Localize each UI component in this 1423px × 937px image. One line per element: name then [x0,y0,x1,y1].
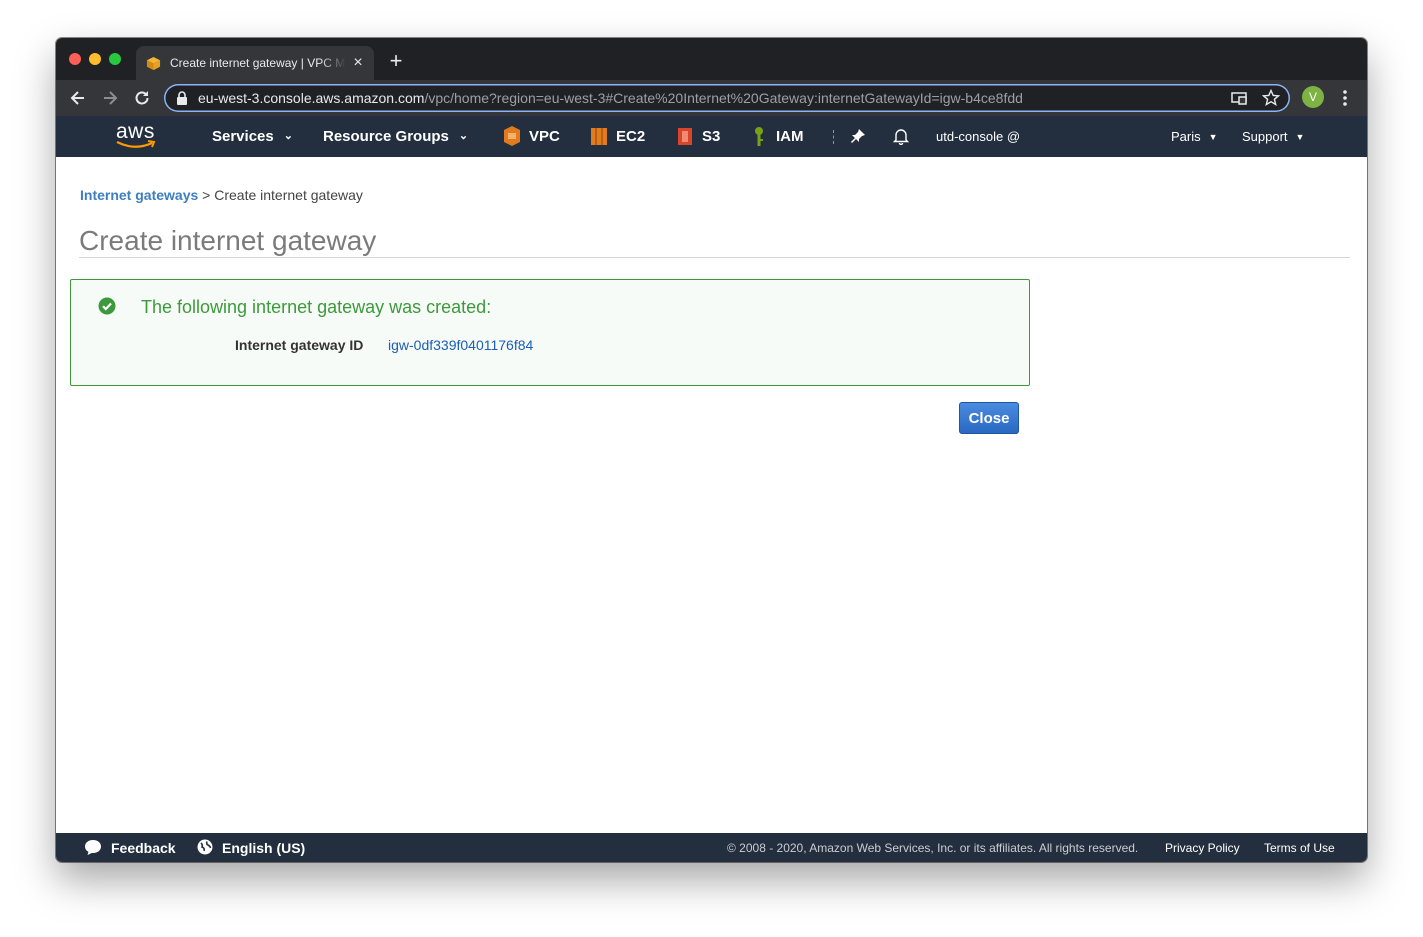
main-content: Internet gateways > Create internet gate… [56,157,1367,833]
cast-icon[interactable] [1230,89,1248,107]
terms-of-use-link[interactable]: Terms of Use [1264,841,1335,855]
services-menu[interactable]: Services ⌄ [212,128,293,145]
chevron-down-icon: ▼ [1295,132,1305,142]
bell-icon[interactable] [892,127,910,145]
profile-avatar[interactable]: V [1302,86,1324,108]
shortcut-label: VPC [529,128,560,145]
shortcut-s3[interactable]: S3 [676,124,726,150]
url-text: eu-west-3.console.aws.amazon.com/vpc/hom… [198,90,1023,106]
language-selector[interactable]: English (US) [222,840,305,856]
shortcut-label: IAM [776,128,804,145]
close-tab-icon[interactable]: × [350,55,366,71]
feedback-speech-bubble-icon [85,840,101,855]
window-minimize-button[interactable] [89,53,101,65]
success-check-icon [98,297,116,315]
account-menu[interactable]: utd-console @ [936,129,1020,144]
region-menu[interactable]: Paris ▼ [1171,129,1218,144]
internet-gateway-id-link[interactable]: igw-0df339f0401176f84 [388,337,533,353]
pin-icon[interactable] [850,128,866,144]
chevron-down-icon: ⌄ [458,130,469,142]
browser-menu-icon[interactable] [1336,88,1354,108]
breadcrumb-internet-gateways-link[interactable]: Internet gateways [80,187,198,203]
back-arrow-icon[interactable] [68,88,88,108]
bookmark-star-icon[interactable] [1262,89,1280,107]
aws-navbar: aws Services ⌄ Resource Groups ⌄ VPC EC2… [56,116,1367,157]
breadcrumb-current: Create internet gateway [214,187,363,203]
aws-logo[interactable]: aws [114,120,162,152]
support-label: Support [1242,129,1288,144]
forward-arrow-icon[interactable] [100,88,120,108]
ec2-icon [591,128,607,145]
s3-icon [678,128,692,145]
aws-smile-icon [116,140,156,148]
resource-groups-label: Resource Groups [323,128,449,145]
browser-window: Create internet gateway | VPC Management… [56,38,1367,862]
address-bar[interactable]: eu-west-3.console.aws.amazon.com/vpc/hom… [164,84,1290,112]
lock-icon [177,91,187,105]
window-zoom-button[interactable] [109,53,121,65]
shortcut-iam[interactable]: IAM [750,124,810,150]
feedback-link[interactable]: Feedback [111,840,176,856]
privacy-policy-link[interactable]: Privacy Policy [1165,841,1240,855]
support-menu[interactable]: Support ▼ [1242,129,1304,144]
breadcrumb-separator: > [198,187,215,203]
resource-groups-menu[interactable]: Resource Groups ⌄ [323,128,468,145]
aws-box-icon [146,56,161,71]
browser-toolbar: eu-west-3.console.aws.amazon.com/vpc/hom… [56,80,1367,116]
page-title: Create internet gateway [79,225,377,256]
close-button[interactable]: Close [959,402,1019,434]
vpc-icon [504,126,520,146]
globe-icon [197,839,213,855]
reload-icon[interactable] [132,88,152,108]
tab-strip: Create internet gateway | VPC Management… [56,38,1367,80]
shortcut-ec2[interactable]: EC2 [590,124,652,150]
nav-divider [833,130,835,144]
new-tab-button[interactable]: + [386,50,406,72]
services-label: Services [212,128,274,145]
breadcrumb: Internet gateways > Create internet gate… [80,187,363,203]
chevron-down-icon: ⌄ [283,130,293,142]
shortcut-label: S3 [702,128,721,145]
window-close-button[interactable] [69,53,81,65]
copyright-text: © 2008 - 2020, Amazon Web Services, Inc.… [727,841,1139,855]
region-label: Paris [1171,129,1201,144]
url-host: eu-west-3.console.aws.amazon.com [198,90,425,106]
success-message: The following internet gateway was creat… [141,297,492,317]
shortcut-vpc[interactable]: VPC [503,124,565,150]
chevron-down-icon: ▼ [1208,132,1218,142]
shortcut-label: EC2 [616,128,646,145]
url-path: /vpc/home?region=eu-west-3#Create%20Inte… [424,90,1023,106]
iam-icon [755,127,763,146]
console-footer: Feedback English (US) © 2008 - 2020, Ama… [56,833,1367,862]
success-alert: The following internet gateway was creat… [70,279,1030,386]
browser-tab-active[interactable]: Create internet gateway | VPC Management… [136,46,374,80]
internet-gateway-id-label: Internet gateway ID [235,337,364,353]
title-divider [79,257,1350,258]
tab-title: Create internet gateway | VPC Management… [170,56,346,70]
